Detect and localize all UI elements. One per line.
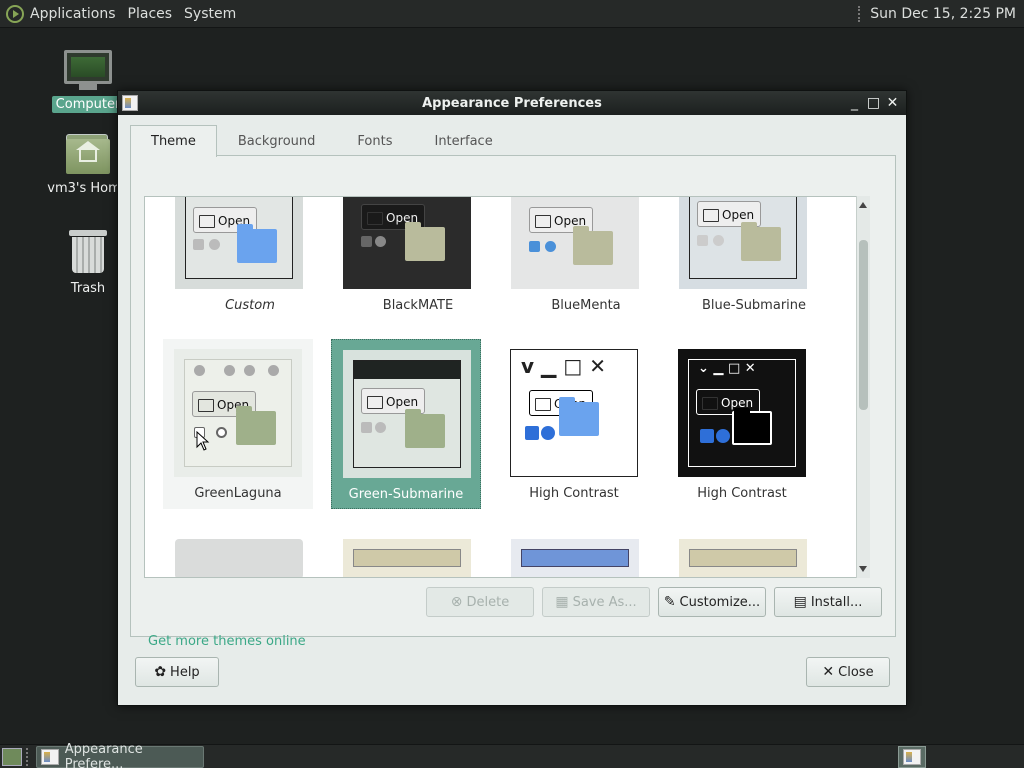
theme-item[interactable]: Open Custom xyxy=(175,197,325,317)
customize-icon: ✎ xyxy=(663,594,676,610)
theme-preview xyxy=(343,539,471,577)
window-titlebar[interactable]: Appearance Preferences _ □ ✕ xyxy=(118,91,906,115)
trash-icon xyxy=(69,230,107,274)
minimize-button[interactable]: _ xyxy=(845,93,864,113)
taskbar-item-label: Appearance Prefere... xyxy=(64,741,143,768)
theme-list-scrollbar[interactable] xyxy=(856,196,870,578)
computer-icon xyxy=(64,50,112,90)
appearance-preferences-window: Appearance Preferences _ □ ✕ Open Custom… xyxy=(117,90,907,706)
theme-item[interactable]: Open GreenLaguna xyxy=(163,339,313,509)
install-icon: ▤ xyxy=(793,594,807,610)
menu-places[interactable]: Places xyxy=(128,6,173,22)
theme-preview: ⌄ ▁ □ ✕ Open xyxy=(678,349,806,477)
theme-preview: v ▁ □ ✕ Open xyxy=(510,349,638,477)
top-panel: Applications Places System Sun Dec 15, 2… xyxy=(0,0,1024,28)
theme-preview: Open xyxy=(175,197,303,289)
taskbar-item-appearance[interactable]: Appearance Prefere... xyxy=(36,742,204,768)
customize-button[interactable]: ✎ Customize... xyxy=(658,587,766,617)
show-desktop-icon[interactable] xyxy=(2,747,22,766)
folder-icon xyxy=(732,408,772,445)
theme-preview xyxy=(679,539,807,577)
notebook-panel: Open Custom Open BlackMATE Open BlueMent… xyxy=(130,155,896,649)
desktop-icon-label: Trash xyxy=(70,281,106,296)
folder-icon xyxy=(741,222,781,261)
get-more-themes-link[interactable]: Get more themes online xyxy=(148,634,306,649)
folder-icon xyxy=(559,397,599,436)
install-button[interactable]: ▤ Install... xyxy=(774,587,882,617)
window-content: Open Custom Open BlackMATE Open BlueMent… xyxy=(118,115,906,705)
desktop-icon-label: Computer xyxy=(51,96,125,113)
scroll-thumb[interactable] xyxy=(859,240,868,410)
tab-background[interactable]: Background xyxy=(217,125,337,156)
appearance-app-icon[interactable] xyxy=(122,95,138,111)
theme-label: BlackMATE xyxy=(382,298,454,313)
theme-preview: Open xyxy=(679,197,807,289)
folder-icon xyxy=(405,409,445,448)
theme-item[interactable] xyxy=(679,539,829,577)
tab-theme[interactable]: Theme xyxy=(130,125,217,157)
tab-interface[interactable]: Interface xyxy=(413,125,513,156)
save-as-label: Save As... xyxy=(572,594,637,610)
window-title: Appearance Preferences xyxy=(422,95,602,111)
theme-item[interactable] xyxy=(343,539,493,577)
theme-list[interactable]: Open Custom Open BlackMATE Open BlueMent… xyxy=(144,196,870,578)
mate-logo-icon[interactable] xyxy=(6,4,24,23)
close-icon: ✕ xyxy=(822,664,835,680)
theme-preview: Open xyxy=(343,350,471,478)
panel-handle[interactable] xyxy=(26,747,32,766)
theme-label: BlueMenta xyxy=(551,298,621,313)
theme-label: Green-Submarine xyxy=(348,487,464,502)
theme-label: High Contrast xyxy=(529,486,619,501)
scroll-up-arrow-icon[interactable] xyxy=(859,202,867,208)
theme-preview: Open xyxy=(511,197,639,289)
delete-button[interactable]: ⊗ Delete xyxy=(426,587,534,617)
customize-label: Customize... xyxy=(679,594,761,610)
theme-item[interactable]: Open BlueMenta xyxy=(511,197,661,317)
theme-label: High Contrast xyxy=(697,486,787,501)
menu-system[interactable]: System xyxy=(184,6,236,22)
delete-icon: ⊗ xyxy=(450,594,463,610)
save-icon: ▦ xyxy=(555,594,569,610)
home-folder-icon xyxy=(66,134,110,174)
theme-item-selected[interactable]: Open Green-Submarine xyxy=(331,339,481,509)
folder-icon xyxy=(236,406,276,445)
tab-bar: Theme Background Fonts Interface xyxy=(130,125,514,157)
install-label: Install... xyxy=(810,594,863,610)
panel-handle[interactable] xyxy=(858,5,861,22)
folder-icon xyxy=(237,224,277,263)
menu-applications[interactable]: Applications xyxy=(30,6,116,22)
help-label: Help xyxy=(170,664,200,680)
close-button[interactable]: ✕ Close xyxy=(806,657,890,687)
delete-label: Delete xyxy=(466,594,510,610)
help-button[interactable]: ✿ Help xyxy=(135,657,219,687)
tab-fonts[interactable]: Fonts xyxy=(336,125,413,156)
help-icon: ✿ xyxy=(154,664,167,680)
theme-item[interactable]: Open Blue-Submarine xyxy=(679,197,829,317)
workspace-window-icon xyxy=(903,748,921,765)
theme-item[interactable]: Open BlackMATE xyxy=(343,197,493,317)
theme-preview xyxy=(511,539,639,577)
theme-item[interactable]: ⌄ ▁ □ ✕ Open High Contrast xyxy=(667,339,817,509)
mouse-cursor-icon xyxy=(196,431,210,451)
theme-preview: Open xyxy=(343,197,471,289)
theme-item[interactable] xyxy=(175,539,325,577)
theme-item[interactable]: v ▁ □ ✕ Open High Contrast xyxy=(499,339,649,509)
theme-preview xyxy=(175,539,303,577)
theme-label: Custom xyxy=(225,298,275,313)
folder-icon xyxy=(573,226,613,265)
folder-icon xyxy=(405,222,445,261)
appearance-app-icon xyxy=(41,748,59,765)
theme-item[interactable] xyxy=(511,539,661,577)
theme-preview: Open xyxy=(174,349,302,477)
save-as-button[interactable]: ▦ Save As... xyxy=(542,587,650,617)
scroll-down-arrow-icon[interactable] xyxy=(859,566,867,572)
theme-label: Blue-Submarine xyxy=(701,298,807,313)
close-label: Close xyxy=(838,664,874,680)
bottom-panel: Appearance Prefere... xyxy=(0,742,1024,768)
maximize-button[interactable]: □ xyxy=(864,93,883,113)
workspace-switcher[interactable] xyxy=(898,745,926,768)
close-window-button[interactable]: ✕ xyxy=(883,93,902,113)
clock[interactable]: Sun Dec 15, 2:25 PM xyxy=(870,6,1016,22)
theme-label: GreenLaguna xyxy=(194,486,282,501)
